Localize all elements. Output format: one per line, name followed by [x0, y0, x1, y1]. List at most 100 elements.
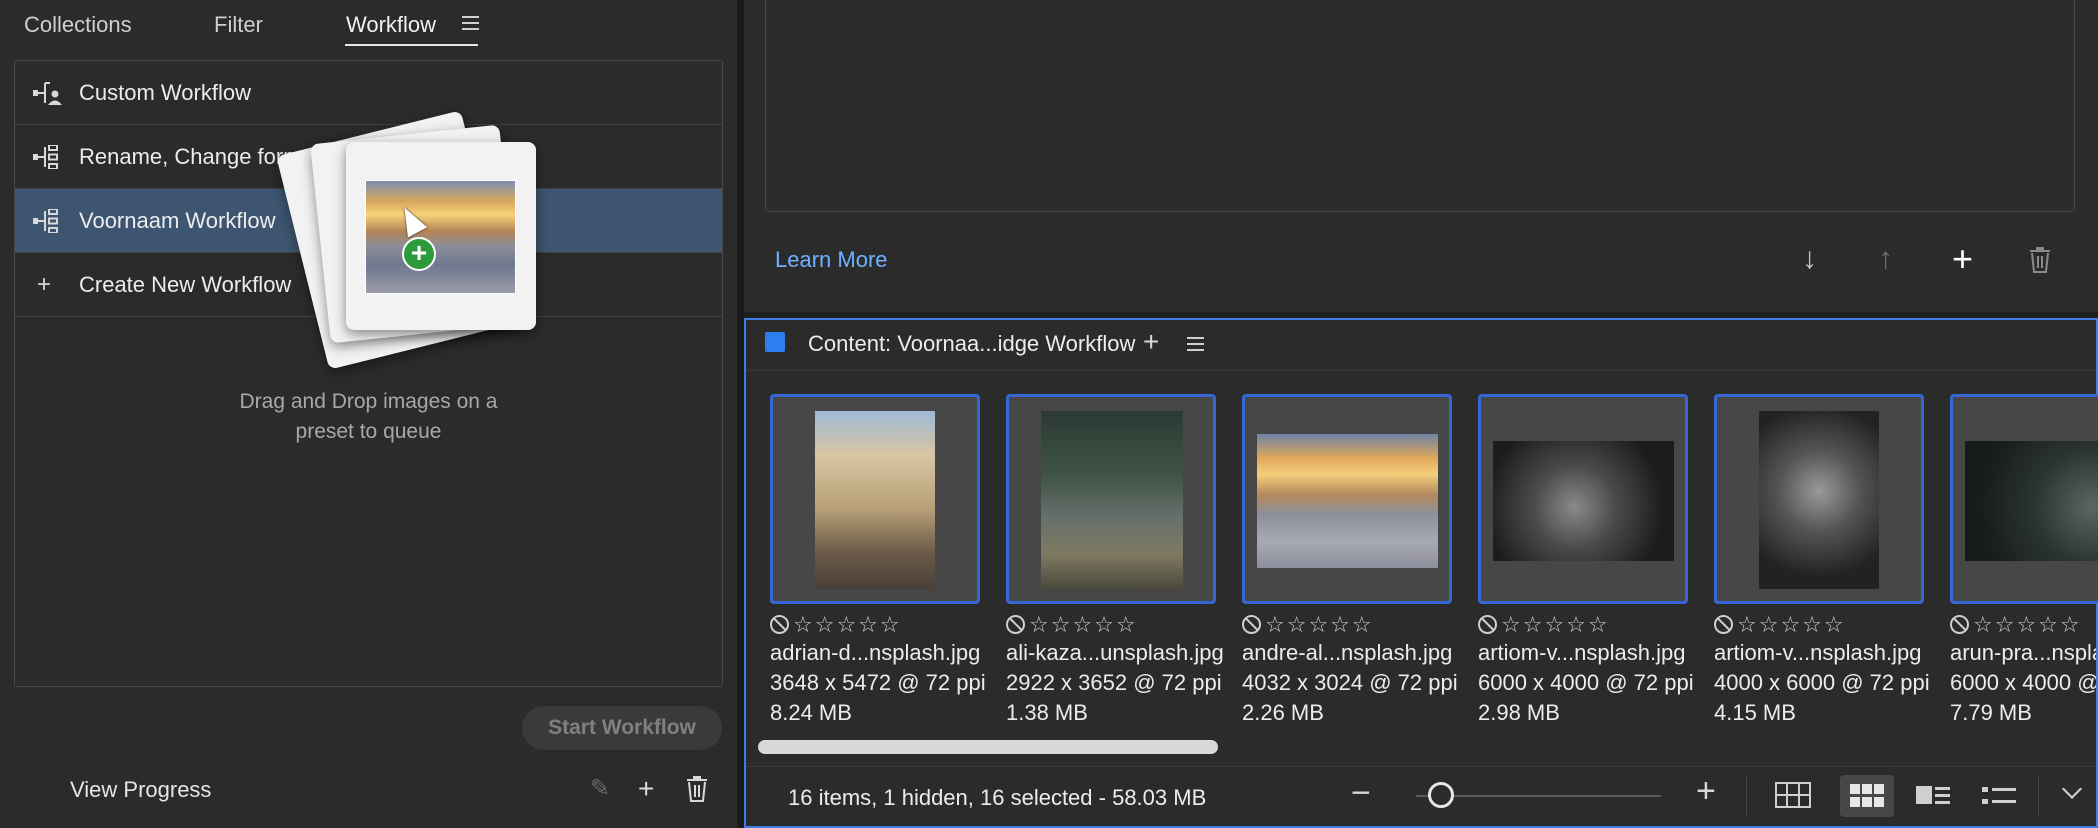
- file-name: artiom-v...nsplash.jpg: [1714, 640, 1922, 665]
- thumbnail-image: [1257, 434, 1438, 568]
- thumbnail-item[interactable]: [1478, 394, 1688, 604]
- workflow-icon: [33, 145, 58, 169]
- workflow-label: Custom Workflow: [79, 79, 251, 105]
- file-size: 1.38 MB: [1006, 700, 1088, 725]
- workflow-label: Voornaam Workflow: [79, 207, 276, 233]
- drag-ghost-thumbnail: [365, 180, 516, 294]
- reject-icon[interactable]: [1950, 615, 1969, 634]
- thumbnail-item[interactable]: [1006, 394, 1216, 604]
- tab-filter[interactable]: Filter: [214, 12, 263, 38]
- divider: [2038, 776, 2039, 816]
- file-name: andre-al...nsplash.jpg: [1242, 640, 1453, 665]
- start-workflow-button[interactable]: Start Workflow: [522, 706, 722, 750]
- move-down-icon[interactable]: ↓: [1802, 242, 1817, 276]
- tab-workflow[interactable]: Workflow: [346, 12, 436, 38]
- item-metadata: ☆☆☆☆☆ artiom-v...nsplash.jpg 6000 x 4000…: [1478, 612, 1694, 728]
- rating-stars[interactable]: ☆☆☆☆☆: [1242, 612, 1457, 638]
- zoom-out-icon[interactable]: −: [1351, 774, 1371, 813]
- rating-stars[interactable]: ☆☆☆☆☆: [770, 612, 985, 638]
- file-name: artiom-v...nsplash.jpg: [1478, 640, 1686, 665]
- drop-hint: Drag and Drop images on a preset to queu…: [15, 387, 722, 447]
- reject-icon[interactable]: [1478, 615, 1497, 634]
- move-up-icon[interactable]: ↑: [1878, 242, 1893, 276]
- star-rating[interactable]: ☆☆☆☆☆: [1737, 612, 1846, 637]
- file-name: ali-kaza...unsplash.jpg: [1006, 640, 1224, 665]
- panel-color-swatch: [765, 332, 785, 352]
- chevron-down-icon[interactable]: [2062, 779, 2082, 799]
- content-title: Content: Voornaa...idge Workflow: [808, 331, 1136, 356]
- rating-stars[interactable]: ☆☆☆☆☆: [1006, 612, 1221, 638]
- workflow-steps-area: [765, 0, 2075, 212]
- rating-stars[interactable]: ☆☆☆☆☆: [1714, 612, 1929, 638]
- divider: [746, 370, 2096, 371]
- rating-stars[interactable]: ☆☆☆☆☆: [1478, 612, 1693, 638]
- zoom-in-icon[interactable]: +: [1696, 772, 1716, 811]
- reject-icon[interactable]: [1242, 615, 1261, 634]
- panel-divider[interactable]: [737, 0, 744, 828]
- learn-more-link[interactable]: Learn More: [775, 247, 888, 273]
- drop-hint-line: preset to queue: [295, 420, 442, 443]
- workflow-panel: Collections Filter Workflow Custom Workf…: [0, 0, 737, 828]
- view-progress-label[interactable]: View Progress: [70, 777, 211, 803]
- thumbnail-image: [1759, 411, 1879, 589]
- grid-view-outline-icon[interactable]: [1766, 775, 1820, 817]
- file-dimensions: 3648 x 5472 @ 72 ppi: [770, 670, 986, 695]
- drop-hint-line: Drag and Drop images on a: [239, 390, 498, 413]
- star-rating[interactable]: ☆☆☆☆☆: [1029, 612, 1138, 637]
- list-view-icon[interactable]: [1972, 775, 2026, 817]
- file-name: adrian-d...nsplash.jpg: [770, 640, 981, 665]
- item-metadata: ☆☆☆☆☆ artiom-v...nsplash.jpg 4000 x 6000…: [1714, 612, 1930, 728]
- workflow-icon: [33, 209, 58, 233]
- trash-icon[interactable]: [2029, 247, 2051, 273]
- rating-stars[interactable]: ☆☆☆☆☆: [1950, 612, 2096, 638]
- workflow-person-icon: [33, 82, 62, 105]
- create-workflow-label: Create New Workflow: [79, 271, 292, 297]
- thumbnail-view-icon[interactable]: [1840, 775, 1894, 817]
- workflow-item-custom[interactable]: Custom Workflow: [15, 61, 722, 125]
- file-dimensions: 4032 x 3024 @ 72 ppi: [1242, 670, 1458, 695]
- content-panel: Content: Voornaa...idge Workflow + ☆☆☆☆☆…: [744, 318, 2098, 828]
- star-rating[interactable]: ☆☆☆☆☆: [1501, 612, 1610, 637]
- tab-collections[interactable]: Collections: [24, 12, 132, 38]
- plus-icon: +: [37, 270, 52, 298]
- edit-icon[interactable]: ✎: [590, 774, 610, 804]
- file-dimensions: 6000 x 4000 @ 72 ppi: [1950, 670, 2096, 695]
- panel-menu-icon[interactable]: [462, 16, 479, 32]
- scrollbar-thumb[interactable]: [758, 740, 1218, 754]
- file-name: arun-pra...nsplash.jpg: [1950, 640, 2096, 665]
- thumbnail-item[interactable]: [1714, 394, 1924, 604]
- thumbnail-image: [815, 411, 935, 589]
- zoom-slider-handle[interactable]: [1428, 782, 1454, 808]
- horizontal-scrollbar[interactable]: [758, 740, 2088, 754]
- star-rating[interactable]: ☆☆☆☆☆: [1265, 612, 1374, 637]
- reject-icon[interactable]: [1714, 615, 1733, 634]
- add-step-icon[interactable]: +: [1952, 241, 1973, 277]
- file-size: 7.79 MB: [1950, 700, 2032, 725]
- star-rating[interactable]: ☆☆☆☆☆: [1973, 612, 2082, 637]
- file-size: 2.98 MB: [1478, 700, 1560, 725]
- file-size: 4.15 MB: [1714, 700, 1796, 725]
- reject-icon[interactable]: [770, 615, 789, 634]
- thumbnail-image: [1965, 441, 2098, 561]
- file-dimensions: 2922 x 3652 @ 72 ppi: [1006, 670, 1222, 695]
- panel-tabs: Collections Filter Workflow: [0, 0, 737, 52]
- add-badge-icon: +: [402, 237, 436, 271]
- reject-icon[interactable]: [1006, 615, 1025, 634]
- thumbnail-item[interactable]: [1950, 394, 2098, 604]
- add-icon[interactable]: +: [638, 774, 654, 804]
- thumbnail-item[interactable]: [770, 394, 980, 604]
- thumbnail-item[interactable]: [1242, 394, 1452, 604]
- thumbnail-image: [1041, 411, 1183, 589]
- detail-view-icon[interactable]: [1906, 775, 1960, 817]
- file-dimensions: 6000 x 4000 @ 72 ppi: [1478, 670, 1694, 695]
- item-metadata: ☆☆☆☆☆ andre-al...nsplash.jpg 4032 x 3024…: [1242, 612, 1458, 728]
- add-icon[interactable]: +: [1143, 326, 1159, 358]
- item-metadata: ☆☆☆☆☆ ali-kaza...unsplash.jpg 2922 x 365…: [1006, 612, 1224, 728]
- star-rating[interactable]: ☆☆☆☆☆: [793, 612, 902, 637]
- item-metadata: ☆☆☆☆☆ arun-pra...nsplash.jpg 6000 x 4000…: [1950, 612, 2096, 728]
- thumbnail-image: [1493, 441, 1674, 561]
- active-tab-underline: [345, 44, 478, 46]
- content-menu-icon[interactable]: [1187, 337, 1204, 355]
- status-text: 16 items, 1 hidden, 16 selected - 58.03 …: [788, 785, 1207, 810]
- trash-icon[interactable]: [686, 776, 708, 802]
